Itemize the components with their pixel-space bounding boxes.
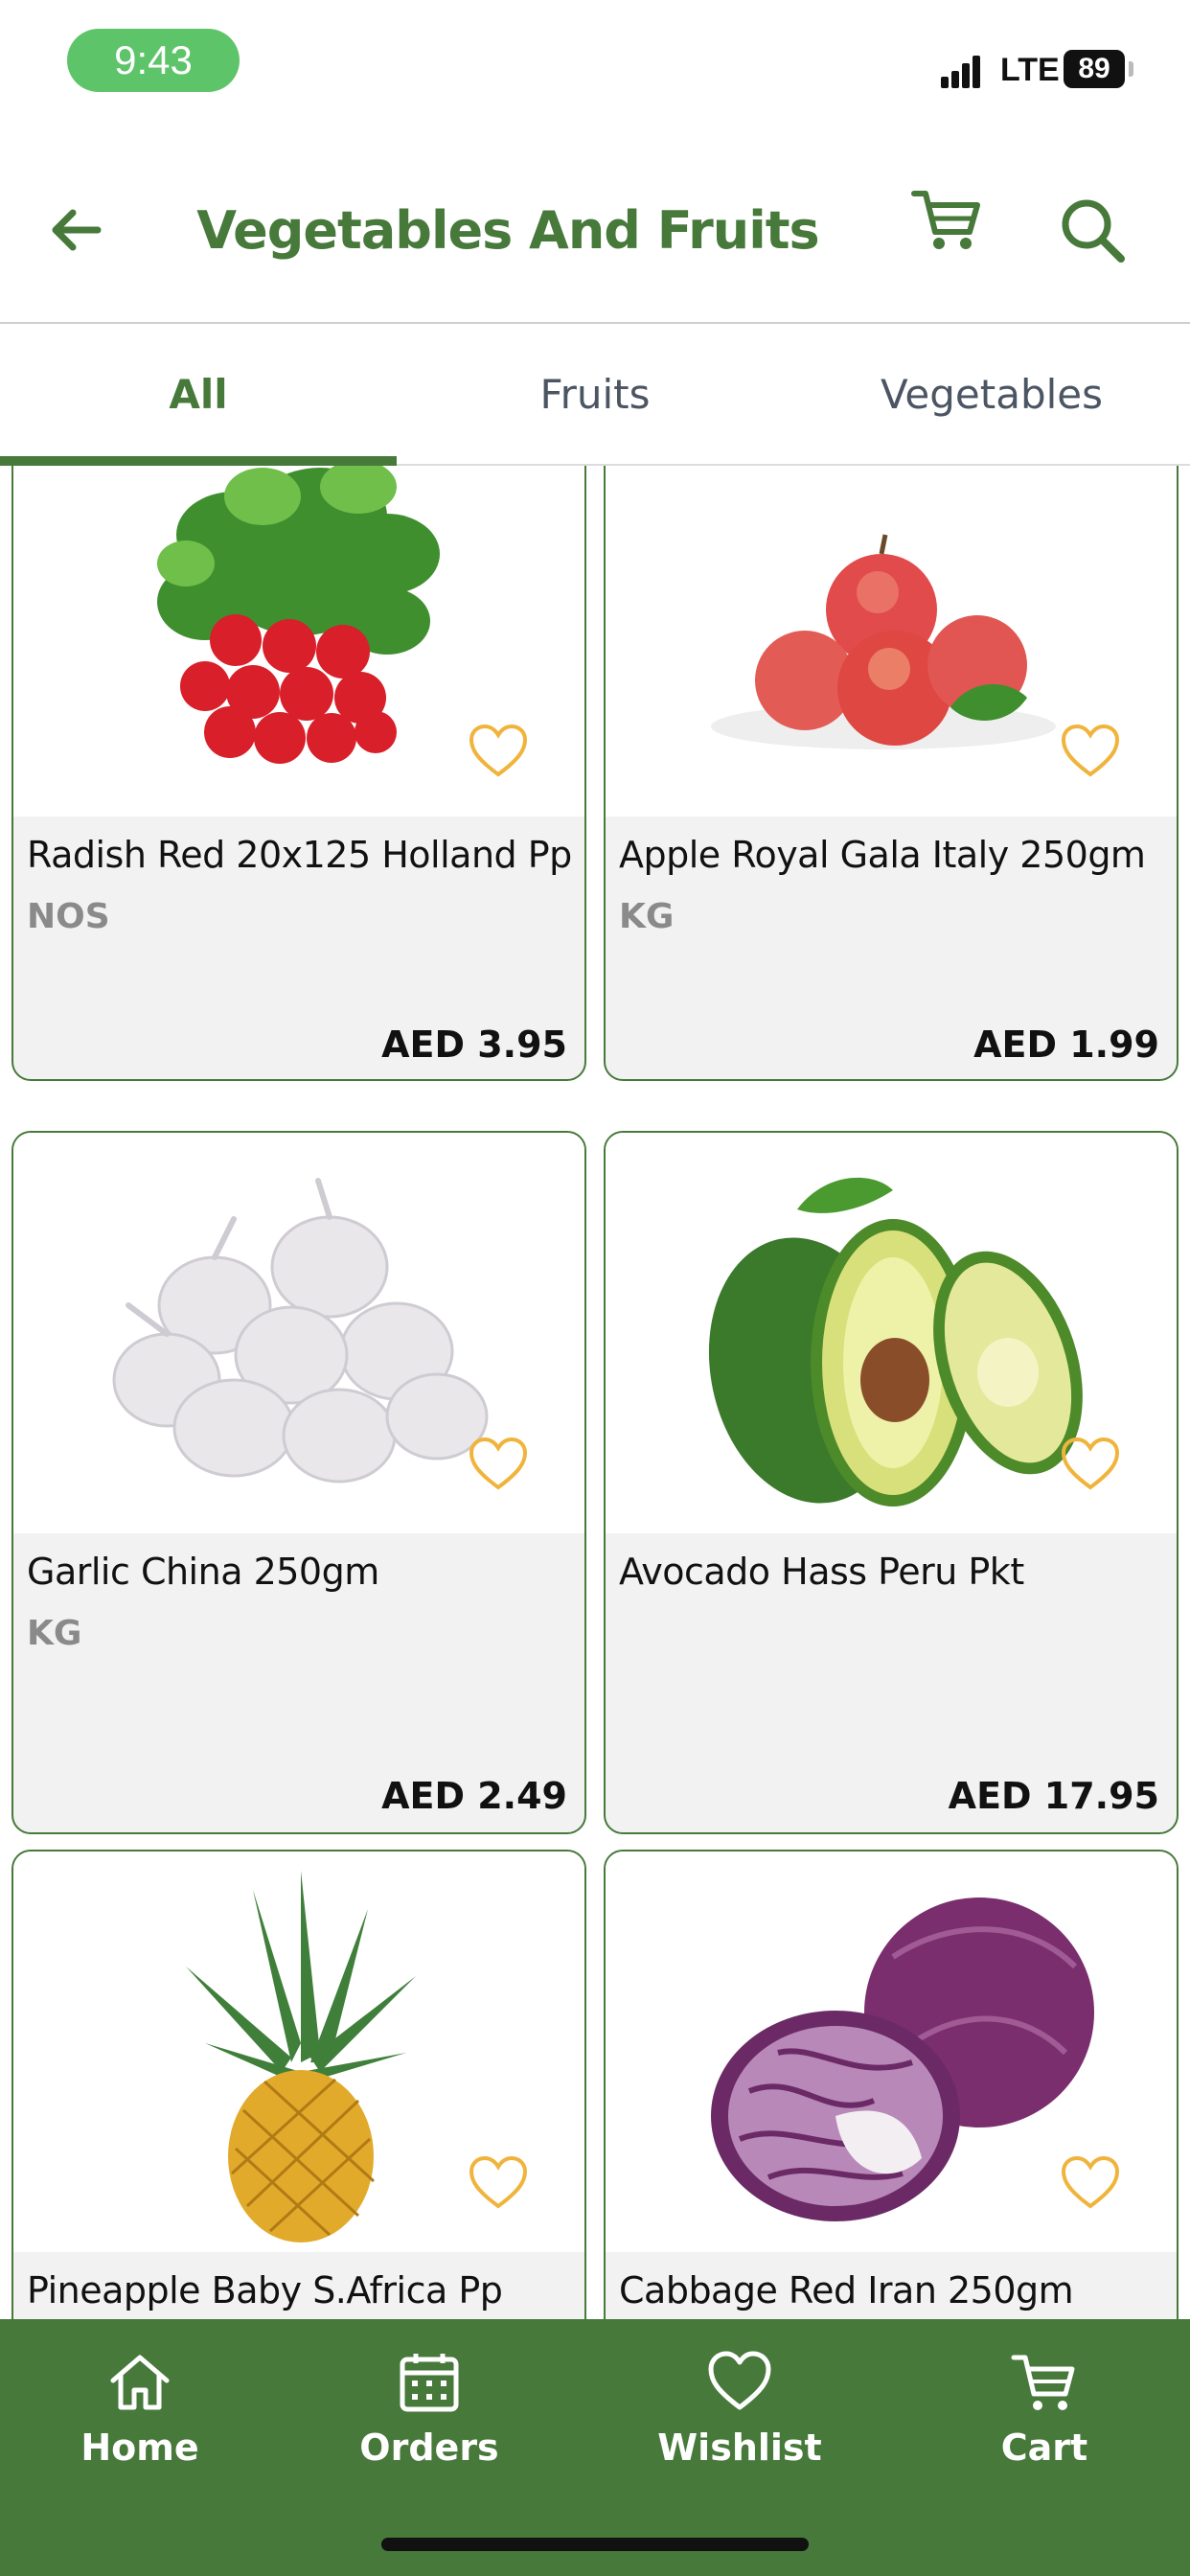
- nav-wishlist[interactable]: Wishlist: [634, 2348, 845, 2482]
- status-time: 9:43: [67, 29, 240, 92]
- active-tab-indicator: [0, 456, 397, 466]
- category-tabs: All Fruits Vegetables: [0, 324, 1190, 466]
- product-card[interactable]: Avocado Hass Peru Pkt AED 17.95: [604, 1131, 1179, 1834]
- product-card[interactable]: Pineapple Baby S.Africa Pp: [11, 1850, 586, 2319]
- wishlist-heart-icon[interactable]: [468, 2154, 529, 2210]
- status-bar: 9:43 LTE 89: [0, 0, 1190, 125]
- back-button[interactable]: [38, 192, 115, 268]
- battery-level: 89: [1078, 53, 1110, 84]
- product-price: AED 17.95: [948, 1775, 1159, 1817]
- battery-icon: 89: [1064, 50, 1125, 88]
- wishlist-heart-icon[interactable]: [1060, 723, 1121, 778]
- cart-icon: [1011, 2355, 1075, 2410]
- page-title: Vegetables And Fruits: [196, 199, 819, 261]
- product-name: Garlic China 250gm: [27, 1551, 379, 1593]
- product-name: Avocado Hass Peru Pkt: [619, 1551, 1024, 1593]
- arrow-left-icon: [52, 209, 102, 251]
- header-cart-button[interactable]: [908, 182, 985, 259]
- wishlist-heart-icon[interactable]: [1060, 1436, 1121, 1491]
- home-icon: [110, 2355, 170, 2410]
- tab-vegetables[interactable]: Vegetables: [793, 324, 1190, 464]
- nav-wishlist-label: Wishlist: [657, 2426, 822, 2469]
- tab-fruits[interactable]: Fruits: [397, 324, 793, 464]
- product-price: AED 1.99: [973, 1024, 1159, 1066]
- network-label: LTE: [1000, 52, 1060, 88]
- product-card[interactable]: Radish Red 20x125 Holland Pp NOS AED 3.9…: [11, 466, 586, 1081]
- cart-icon: [911, 191, 980, 249]
- app-header: Vegetables And Fruits: [0, 153, 1190, 324]
- battery-cap: [1129, 61, 1133, 77]
- product-price: AED 3.95: [381, 1024, 567, 1066]
- product-unit: NOS: [27, 897, 110, 936]
- product-card[interactable]: Cabbage Red Iran 250gm: [604, 1850, 1179, 2319]
- wishlist-heart-icon[interactable]: [468, 1436, 529, 1491]
- product-card[interactable]: Apple Royal Gala Italy 250gm KG AED 1.99: [604, 466, 1179, 1081]
- nav-cart-label: Cart: [1000, 2426, 1088, 2469]
- nav-home[interactable]: Home: [34, 2348, 245, 2482]
- product-unit: KG: [27, 1614, 82, 1653]
- product-card[interactable]: Garlic China 250gm KG AED 2.49: [11, 1131, 586, 1834]
- header-search-button[interactable]: [1054, 192, 1131, 268]
- product-name: Radish Red 20x125 Holland Pp: [27, 834, 572, 876]
- calendar-icon: [400, 2354, 459, 2412]
- product-name: Cabbage Red Iran 250gm: [619, 2269, 1074, 2312]
- heart-icon: [708, 2351, 771, 2410]
- signal-icon: [941, 54, 991, 88]
- nav-home-label: Home: [80, 2426, 199, 2469]
- product-grid: Radish Red 20x125 Holland Pp NOS AED 3.9…: [0, 466, 1190, 2319]
- product-name: Pineapple Baby S.Africa Pp: [27, 2269, 503, 2312]
- wishlist-heart-icon[interactable]: [468, 723, 529, 778]
- nav-orders[interactable]: Orders: [324, 2348, 535, 2482]
- tab-all[interactable]: All: [0, 324, 397, 464]
- home-indicator: [381, 2538, 809, 2551]
- nav-cart[interactable]: Cart: [939, 2348, 1150, 2482]
- product-price: AED 2.49: [381, 1775, 567, 1817]
- product-unit: KG: [619, 897, 675, 936]
- product-name: Apple Royal Gala Italy 250gm: [619, 834, 1146, 876]
- wishlist-heart-icon[interactable]: [1060, 2154, 1121, 2210]
- search-icon: [1062, 199, 1125, 263]
- nav-orders-label: Orders: [359, 2426, 499, 2469]
